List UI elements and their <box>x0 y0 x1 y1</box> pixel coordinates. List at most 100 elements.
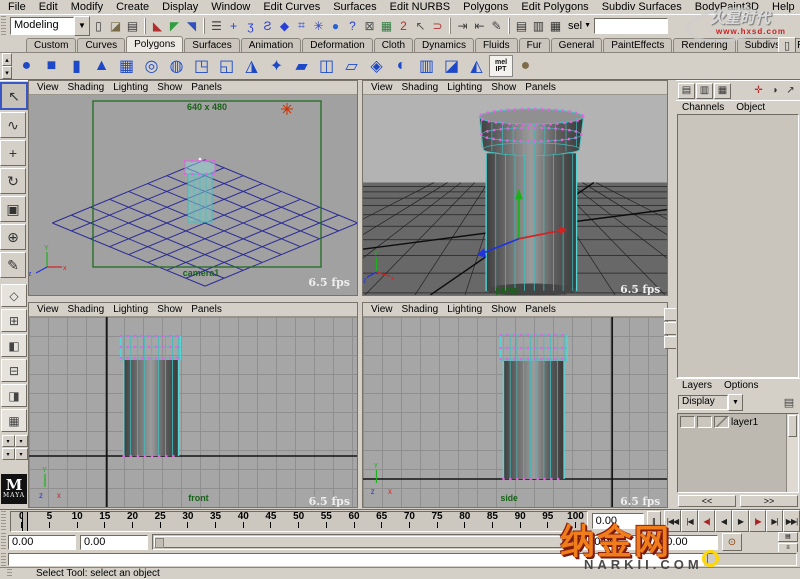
paint-effects-panel-icon[interactable]: ✎ <box>488 17 505 35</box>
anim-end-field[interactable] <box>650 535 718 550</box>
layout-persp-outliner[interactable]: ◧ <box>1 334 27 357</box>
viewport-menu-item[interactable]: Panels <box>525 82 556 93</box>
split-polygon-icon[interactable]: ◫ <box>314 54 339 78</box>
viewport-menu-item[interactable]: Panels <box>191 82 222 93</box>
layers-next-button[interactable]: >> <box>740 495 798 507</box>
menu-help[interactable]: Help <box>772 1 795 13</box>
range-slider-track[interactable] <box>152 534 574 550</box>
curve-degree-icon[interactable]: 2 <box>395 17 412 35</box>
viewport-menu-item[interactable]: Shading <box>402 304 439 315</box>
connections-in-icon[interactable]: ⇥ <box>454 17 471 35</box>
poly-torus-icon[interactable]: ◎ <box>139 54 164 78</box>
cut-faces-icon[interactable]: ▰ <box>289 54 314 78</box>
tab-fluids[interactable]: Fluids <box>475 38 518 52</box>
command-line-input[interactable] <box>8 553 704 566</box>
tab-curves[interactable]: Curves <box>77 38 125 52</box>
step-back-key-button[interactable]: ◀| <box>698 510 715 532</box>
viewport-menu-item[interactable]: Shading <box>68 304 105 315</box>
current-time-marker[interactable] <box>22 512 28 531</box>
last-tool[interactable]: ✎ <box>0 252 26 278</box>
help-mode-icon[interactable]: ? <box>344 17 361 35</box>
key-ticks-button[interactable]: ∥ <box>647 511 661 531</box>
step-forward-key-button[interactable]: |▶ <box>749 510 766 532</box>
mirror-geometry-icon[interactable]: ▥ <box>414 54 439 78</box>
front-viewport-canvas[interactable]: front 6.5 fps Y zx <box>29 317 357 507</box>
magnet-icon[interactable]: ⊃ <box>429 17 446 35</box>
time-ruler[interactable]: 0510152025303540455055606570758085909510… <box>10 511 588 532</box>
step-back-frame-button[interactable]: |◀ <box>681 510 698 532</box>
tab-deformation[interactable]: Deformation <box>302 38 372 52</box>
pane-menu-4[interactable]: ▾ <box>15 448 28 460</box>
snap-modes-icon[interactable]: ☰ <box>208 17 225 35</box>
playback-end-field[interactable] <box>578 535 646 550</box>
toolbar-separator[interactable] <box>447 18 453 34</box>
go-to-end-button[interactable]: ▶▶| <box>783 510 800 532</box>
move-tool[interactable]: + <box>0 140 26 166</box>
options-menu[interactable]: Options <box>724 380 758 391</box>
object-menu[interactable]: Object <box>736 102 765 113</box>
create-layer-icon[interactable]: ▤ <box>780 395 798 410</box>
smooth-proxy-icon[interactable]: ◍ <box>164 54 189 78</box>
menu-edit-curves[interactable]: Edit Curves <box>263 1 320 13</box>
menu-file[interactable]: File <box>8 1 26 13</box>
tab-dynamics[interactable]: Dynamics <box>414 38 474 52</box>
bevel-icon[interactable]: ◪ <box>439 54 464 78</box>
tab-fur[interactable]: Fur <box>519 38 550 52</box>
poke-face-icon[interactable]: ✦ <box>264 54 289 78</box>
tab-animation[interactable]: Animation <box>241 38 301 52</box>
extrude-edge-icon[interactable]: ◱ <box>214 54 239 78</box>
menu-create[interactable]: Create <box>116 1 149 13</box>
viewport-menu-item[interactable]: Panels <box>191 304 222 315</box>
viewport-menu-item[interactable]: View <box>371 82 393 93</box>
poly-sphere-icon[interactable]: ● <box>14 54 39 78</box>
current-time-field[interactable] <box>592 513 644 529</box>
viewport-menu-item[interactable]: Show <box>491 304 516 315</box>
open-scene-icon[interactable]: ◪ <box>107 17 124 35</box>
viewport-menu-item[interactable]: Lighting <box>113 304 148 315</box>
snap-to-curves-icon[interactable]: ʒ <box>242 17 259 35</box>
layer-scrollbar[interactable] <box>786 414 798 492</box>
new-scene-icon[interactable]: ▯ <box>90 17 107 35</box>
anim-start-field[interactable] <box>8 535 76 550</box>
play-backwards-button[interactable]: ◀ <box>715 510 732 532</box>
playback-start-field[interactable] <box>80 535 148 550</box>
layout-persp-graph[interactable]: ⊟ <box>1 359 27 382</box>
lasso-tool[interactable]: ∿ <box>0 112 26 138</box>
shelf-tab-down-arrow[interactable]: ▾ <box>2 66 12 79</box>
side-viewport-canvas[interactable]: side 6.5 fps Y zx <box>363 317 667 507</box>
layer-type-checkbox[interactable] <box>714 416 729 428</box>
toolbar-separator[interactable] <box>142 18 148 34</box>
viewport-menu-item[interactable]: Show <box>491 82 516 93</box>
select-object-mode-icon[interactable]: ◤ <box>166 17 183 35</box>
viewport-menu-item[interactable]: Lighting <box>447 82 482 93</box>
channel-box-area[interactable] <box>677 114 799 378</box>
camera-viewport-canvas[interactable]: 640 x 480 camera1 6.5 fps Y x z <box>29 95 357 295</box>
append-polygon-icon[interactable]: ▱ <box>339 54 364 78</box>
viewport-menu-item[interactable]: View <box>37 82 59 93</box>
menu-polygons[interactable]: Polygons <box>463 1 508 13</box>
menu-modify[interactable]: Modify <box>71 1 103 13</box>
layer-playback-checkbox[interactable] <box>697 416 712 428</box>
snap-to-view-planes-icon[interactable]: ◆ <box>276 17 293 35</box>
dragger-icon[interactable]: ↖ <box>412 17 429 35</box>
select-arrow-icon[interactable]: ↗ <box>783 84 798 98</box>
poly-cube-icon[interactable]: ■ <box>39 54 64 78</box>
manipulator-toggle-icon[interactable]: ✛ <box>751 84 766 98</box>
auto-keyframe-button[interactable]: ⊙ <box>722 533 742 551</box>
step-forward-frame-button[interactable]: ▶| <box>766 510 783 532</box>
channels-menu[interactable]: Channels <box>682 102 724 113</box>
normals-icon[interactable]: ◭ <box>464 54 489 78</box>
speed-toggle-icon[interactable]: ◑ <box>767 84 782 98</box>
layout-single-pane[interactable]: ◇ <box>1 284 27 307</box>
snap-to-grids-icon[interactable]: + <box>225 17 242 35</box>
script-editor-button[interactable]: ▤ <box>778 532 798 542</box>
viewport-menu-item[interactable]: Shading <box>68 82 105 93</box>
show-manipulator-tool[interactable]: ⊕ <box>0 224 26 250</box>
pane-menu-1[interactable]: ▾ <box>2 435 15 447</box>
channel-layout-narrow-icon[interactable]: ▤ <box>678 83 695 99</box>
viewport-menu-item[interactable]: Lighting <box>113 82 148 93</box>
menu-surfaces[interactable]: Surfaces <box>333 1 376 13</box>
layer-visibility-checkbox[interactable] <box>680 416 695 428</box>
layer-list[interactable]: layer1 <box>677 413 799 493</box>
connections-out-icon[interactable]: ⇤ <box>471 17 488 35</box>
